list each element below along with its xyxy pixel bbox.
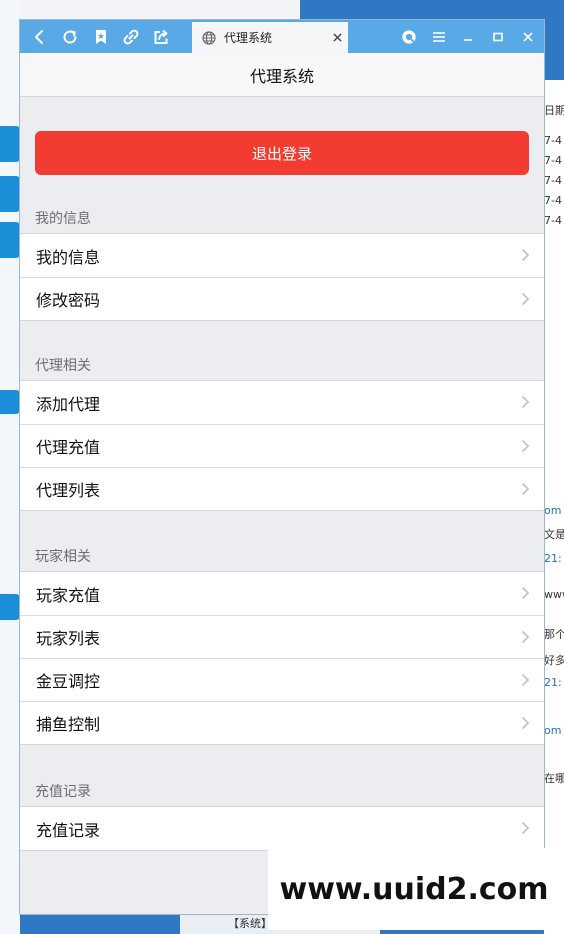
list-item-label: 玩家列表 <box>36 629 101 648</box>
list-item-recharge-records[interactable]: 充值记录 <box>20 807 544 850</box>
chevron-right-icon <box>521 821 530 835</box>
background-window-titlebar <box>0 0 300 21</box>
list-item-label: 修改密码 <box>36 291 101 310</box>
link-icon <box>123 29 139 44</box>
watermark: www.uuid2.com <box>268 848 560 930</box>
share-button[interactable] <box>146 20 176 53</box>
minimize-button[interactable] <box>453 20 483 53</box>
background-text: 21: <box>544 552 562 565</box>
chevron-right-icon <box>521 439 530 453</box>
group-player: 玩家充值 玩家列表 金豆调控 捕鱼控制 <box>20 571 544 745</box>
window-close-button[interactable] <box>513 20 543 53</box>
browser-tab[interactable]: 代理系统 <box>192 22 348 53</box>
list-item-label: 充值记录 <box>36 820 101 840</box>
background-text: 7-4 <box>544 194 562 207</box>
background-text: 文是 <box>544 528 564 541</box>
background-left-window <box>0 0 20 934</box>
background-text: 日期 <box>544 104 564 117</box>
close-icon <box>523 31 533 42</box>
browser-window: 代理系统 代理系统 退出登录 我的信息 我的信息 修改密码 代理相关 添加代理 … <box>20 20 544 914</box>
logout-button[interactable]: 退出登录 <box>35 131 529 175</box>
background-text: om <box>544 724 562 737</box>
section-label-agent: 代理相关 <box>35 358 91 374</box>
list-item-label: 添加代理 <box>36 394 101 414</box>
background-window-edge <box>300 0 564 20</box>
list-item-label: 玩家充值 <box>36 585 101 605</box>
background-text: www <box>544 588 564 601</box>
group-my-info: 我的信息 修改密码 <box>20 233 544 321</box>
chevron-right-icon <box>521 630 530 644</box>
minimize-icon <box>464 38 472 41</box>
background-text: 7-4 <box>544 214 562 227</box>
background-text: 7-4 <box>544 154 562 167</box>
background-tile <box>0 222 20 258</box>
chevron-right-icon <box>521 292 530 306</box>
copy-link-button[interactable] <box>116 20 146 53</box>
background-text: 好多 <box>544 654 564 667</box>
tab-title: 代理系统 <box>224 31 273 45</box>
list-item-add-agent[interactable]: 添加代理 <box>20 381 544 424</box>
browser-titlebar: 代理系统 <box>20 20 544 53</box>
share-icon <box>154 29 168 44</box>
background-text: 21: <box>544 676 562 689</box>
chevron-right-icon <box>521 716 530 730</box>
background-text: 7-4 <box>544 174 562 187</box>
list-item-agent-recharge[interactable]: 代理充值 <box>20 424 544 467</box>
list-item-gold-bean-control[interactable]: 金豆调控 <box>20 658 544 701</box>
list-item-label: 我的信息 <box>36 247 101 267</box>
refresh-button[interactable] <box>55 20 85 53</box>
chat-bubble-icon <box>402 29 416 44</box>
menu-icon <box>433 31 445 42</box>
section-label-recharge-records: 充值记录 <box>35 784 91 800</box>
page-title: 代理系统 <box>249 66 314 86</box>
maximize-icon <box>493 32 503 41</box>
background-tile <box>0 176 20 212</box>
list-item-change-password[interactable]: 修改密码 <box>20 277 544 320</box>
list-item-label: 代理充值 <box>36 438 101 457</box>
list-item-label: 金豆调控 <box>36 672 101 691</box>
background-text: om <box>544 504 562 517</box>
chevron-right-icon <box>521 586 530 600</box>
background-tile <box>0 390 20 414</box>
back-icon <box>35 29 43 44</box>
group-recharge-records: 充值记录 <box>20 806 544 851</box>
bookmark-button[interactable] <box>86 20 116 53</box>
page-header: 代理系统 <box>20 53 544 97</box>
chevron-right-icon <box>521 482 530 496</box>
list-item-player-list[interactable]: 玩家列表 <box>20 615 544 658</box>
background-tile <box>0 126 20 162</box>
section-label-player: 玩家相关 <box>35 549 91 565</box>
tab-close-button[interactable] <box>326 28 348 47</box>
list-item-player-recharge[interactable]: 玩家充值 <box>20 572 544 615</box>
group-agent: 添加代理 代理充值 代理列表 <box>20 380 544 511</box>
background-text: 7-4 <box>544 134 562 147</box>
background-text: 在哪 <box>544 772 564 785</box>
assistant-button[interactable] <box>394 20 424 53</box>
menu-button[interactable] <box>424 20 454 53</box>
chevron-right-icon <box>521 673 530 687</box>
background-tile <box>0 594 20 620</box>
refresh-icon <box>63 30 77 44</box>
chevron-right-icon <box>521 248 530 262</box>
background-right-window: 日期 7-4 7-4 7-4 7-4 7-4 om 文是 21: www 那个 … <box>544 80 564 934</box>
bookmark-star-icon <box>96 29 106 44</box>
background-text: 那个 <box>544 628 564 641</box>
section-label-my-info: 我的信息 <box>35 211 91 227</box>
chevron-right-icon <box>521 395 530 409</box>
close-icon <box>332 33 342 42</box>
list-item-agent-list[interactable]: 代理列表 <box>20 467 544 510</box>
list-item-fishing-control[interactable]: 捕鱼控制 <box>20 701 544 744</box>
back-button[interactable] <box>25 20 55 53</box>
list-item-label: 捕鱼控制 <box>36 715 101 734</box>
globe-icon <box>202 30 216 45</box>
list-item-my-info[interactable]: 我的信息 <box>20 234 544 277</box>
list-item-label: 代理列表 <box>36 481 101 500</box>
maximize-button[interactable] <box>483 20 513 53</box>
